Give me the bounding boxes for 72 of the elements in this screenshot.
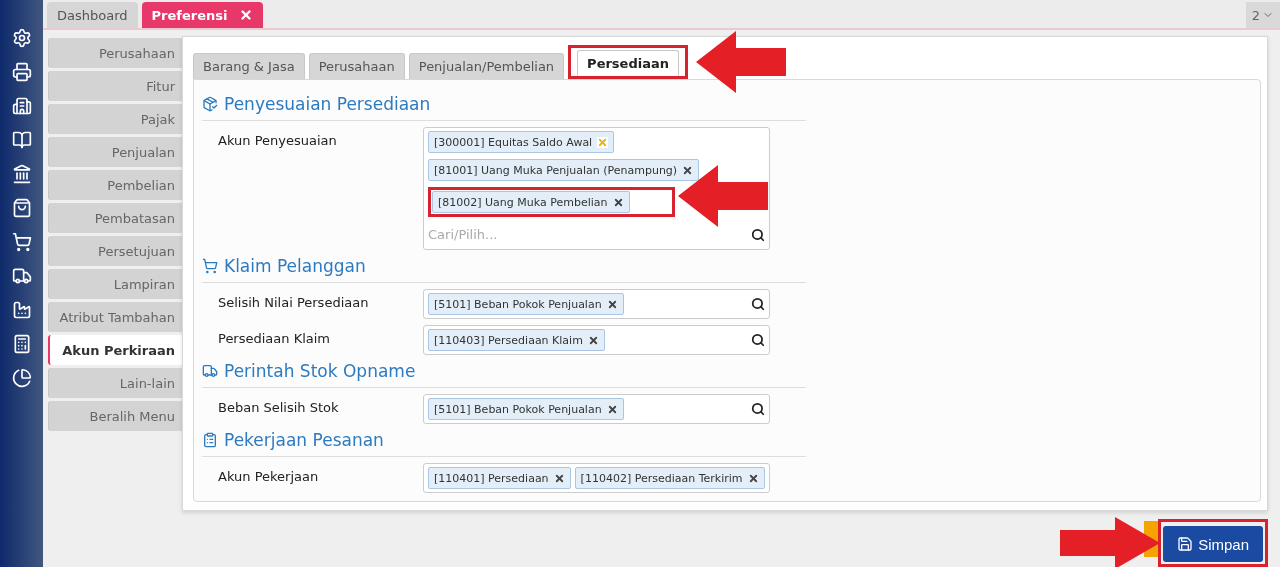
search-input[interactable]: Cari/Pilih... <box>428 223 747 246</box>
side-menu-item[interactable]: Lampiran <box>48 269 182 299</box>
remove-icon[interactable] <box>682 164 694 176</box>
account-select-field[interactable]: [5101] Beban Pokok Penjualan <box>423 394 770 424</box>
account-select-field[interactable]: [5101] Beban Pokok Penjualan <box>423 289 770 319</box>
account-tag: [110403] Persediaan Klaim <box>428 329 605 351</box>
account-tag: [81002] Uang Muka Pembelian <box>432 191 630 213</box>
field-label: Akun Penyesuaian <box>218 132 338 150</box>
search-icon[interactable] <box>751 333 765 347</box>
tab-count-dropdown[interactable]: 2 <box>1245 2 1280 28</box>
side-menu-item[interactable]: Fitur <box>48 71 182 101</box>
save-button[interactable]: Simpan <box>1163 526 1263 562</box>
section-title: Penyesuaian Persediaan <box>224 94 431 114</box>
cart-icon <box>202 258 218 274</box>
account-tag: [300001] Equitas Saldo Awal <box>428 131 615 153</box>
account-select-field[interactable]: [110403] Persediaan Klaim <box>423 325 770 355</box>
package-icon <box>202 96 218 112</box>
bank-icon[interactable] <box>11 164 32 184</box>
truck-icon[interactable] <box>11 266 32 286</box>
side-menu-item[interactable]: Atribut Tambahan <box>48 302 182 332</box>
cart-icon[interactable] <box>11 232 32 252</box>
section-title: Perintah Stok Opname <box>224 361 416 381</box>
save-icon <box>1177 536 1194 552</box>
side-menu-item[interactable]: Pembatasan <box>48 203 182 233</box>
section-title: Klaim Pelanggan <box>224 256 366 276</box>
sub-tab[interactable]: Perusahaan <box>308 53 405 79</box>
remove-icon[interactable] <box>553 472 565 484</box>
page-tab[interactable]: Preferensi <box>141 2 264 28</box>
search-icon[interactable] <box>751 297 765 311</box>
tab-label: Preferensi <box>151 7 228 23</box>
side-menu-item[interactable]: Akun Perkiraan <box>48 335 182 365</box>
side-menu-item[interactable]: Persetujuan <box>48 236 182 266</box>
remove-icon[interactable] <box>747 472 759 484</box>
field-label: Selisih Nilai Persediaan <box>218 294 370 312</box>
factory-icon[interactable] <box>11 300 32 320</box>
search-icon[interactable] <box>751 402 765 416</box>
side-menu-item[interactable]: Lain-lain <box>48 368 182 398</box>
remove-icon[interactable] <box>612 196 624 208</box>
account-tag: [110401] Persediaan <box>428 467 571 489</box>
side-menu-item[interactable]: Pajak <box>48 104 182 134</box>
account-tag: [81001] Uang Muka Penjualan (Penampung) <box>428 159 700 181</box>
book-icon[interactable] <box>11 130 32 150</box>
sub-tab[interactable]: Persediaan <box>577 50 679 76</box>
sub-tab[interactable]: Penjualan/Pembelian <box>408 53 565 79</box>
account-tag: [110402] Persediaan Terkirim <box>574 467 765 489</box>
side-menu-item[interactable]: Beralih Menu <box>48 401 182 431</box>
account-select-field[interactable]: [300001] Equitas Saldo Awal [81001] Uang Muka Penjualan (Penampung) [81002] Uang Muka Pembelian Cari/Pilih... <box>423 127 770 250</box>
field-label: Persediaan Klaim <box>218 330 332 348</box>
account-tag: [5101] Beban Pokok Penjualan <box>428 293 624 315</box>
building-icon[interactable] <box>11 96 32 116</box>
remove-icon[interactable] <box>587 334 599 346</box>
field-label: Beban Selisih Stok <box>218 399 340 417</box>
account-select-field[interactable]: [110401] Persediaan [110402] Persediaan Terkirim <box>423 463 770 493</box>
tab-label: Dashboard <box>57 7 128 23</box>
section-title: Pekerjaan Pesanan <box>224 430 384 450</box>
printer-icon[interactable] <box>11 62 32 82</box>
account-tag: [5101] Beban Pokok Penjualan <box>428 398 624 420</box>
side-menu-item[interactable]: Pembelian <box>48 170 182 200</box>
field-label: Akun Pekerjaan <box>218 468 320 486</box>
bag-icon[interactable] <box>11 198 32 218</box>
side-menu-item[interactable]: Penjualan <box>48 137 182 167</box>
sub-tab[interactable]: Barang & Jasa <box>193 53 305 79</box>
search-icon[interactable] <box>751 227 765 242</box>
remove-icon[interactable] <box>606 298 618 310</box>
truck-icon <box>202 363 218 379</box>
side-menu-item[interactable]: Perusahaan <box>48 38 182 68</box>
remove-icon[interactable] <box>606 403 618 415</box>
page-tab[interactable]: Dashboard <box>47 2 138 28</box>
pie-chart-icon[interactable] <box>11 368 32 388</box>
clipboard-icon <box>202 432 218 448</box>
close-icon[interactable] <box>239 8 254 22</box>
gear-icon[interactable] <box>11 28 32 48</box>
